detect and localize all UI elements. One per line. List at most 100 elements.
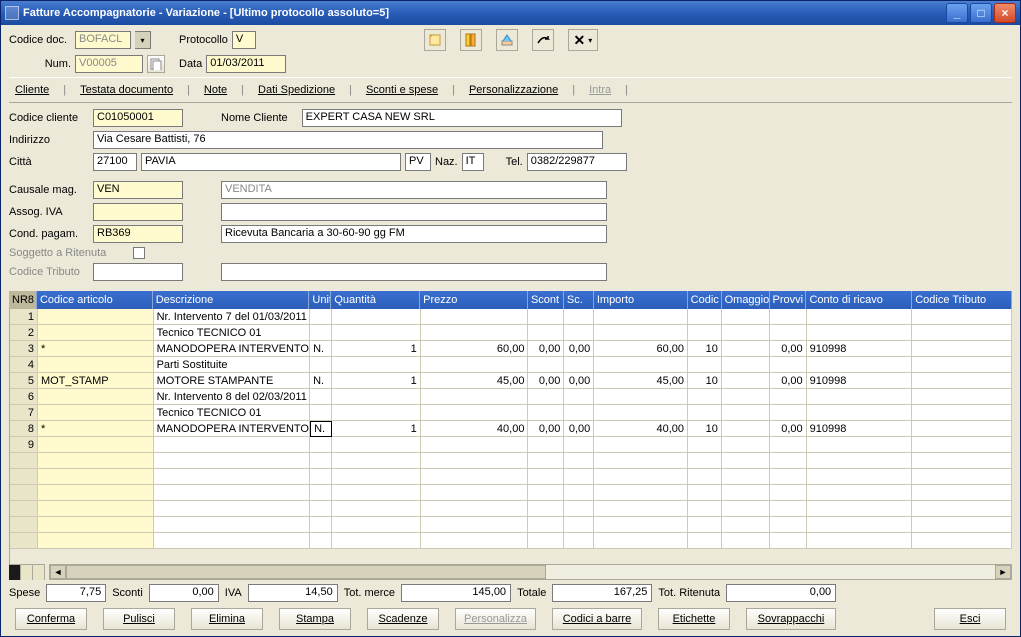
cond-field[interactable]: RB369 [93,225,183,243]
tool-icon-2[interactable] [460,29,482,51]
cell[interactable]: 6 [10,389,38,405]
table-row[interactable]: 9 [10,437,1012,453]
cell[interactable] [38,357,154,373]
cell[interactable] [528,517,564,533]
maximize-button[interactable]: □ [970,3,992,23]
cell[interactable] [154,469,311,485]
cell[interactable]: 0,00 [564,373,594,389]
cell[interactable] [594,485,688,501]
protocollo-field[interactable]: V [232,31,256,49]
cell[interactable] [594,309,688,325]
cell[interactable]: 1 [332,421,421,437]
table-row[interactable]: 2Tecnico TECNICO 01 [10,325,1012,341]
cell[interactable] [770,325,807,341]
cell[interactable] [770,309,807,325]
grid-body[interactable]: 1Nr. Intervento 7 del 01/03/20112Tecnico… [9,309,1012,564]
cell[interactable] [688,533,722,549]
cell[interactable]: 10 [688,373,722,389]
prov-field[interactable]: PV [405,153,431,171]
cell[interactable] [564,325,594,341]
cell[interactable]: N. [310,341,332,357]
table-row[interactable] [10,517,1012,533]
cell[interactable] [38,517,154,533]
cell[interactable] [10,453,38,469]
cell[interactable] [912,437,1012,453]
cell[interactable]: 10 [688,421,722,437]
cell[interactable] [912,421,1012,437]
cell[interactable] [564,469,594,485]
cell[interactable]: 40,00 [594,421,688,437]
indirizzo-field[interactable]: Via Cesare Battisti, 76 [93,131,603,149]
cell[interactable] [154,517,311,533]
cell[interactable] [564,437,594,453]
cell[interactable] [688,389,722,405]
col-codice-articolo[interactable]: Codice articolo [37,291,153,309]
table-row[interactable]: 8*MANODOPERA INTERVENTON.140,000,000,004… [10,421,1012,437]
cell[interactable] [421,501,529,517]
cell[interactable] [332,437,421,453]
causale-field[interactable]: VEN [93,181,183,199]
cell[interactable] [770,485,807,501]
cell[interactable]: 0,00 [770,341,807,357]
cell[interactable] [722,453,770,469]
num-field[interactable]: V00005 [75,55,143,73]
cell[interactable] [688,309,722,325]
data-field[interactable]: 01/03/2011 [206,55,286,73]
cell[interactable] [594,357,688,373]
table-row[interactable] [10,453,1012,469]
cell[interactable] [154,453,311,469]
cell[interactable] [564,453,594,469]
cell[interactable] [807,517,913,533]
cell[interactable] [421,309,529,325]
col-unit[interactable]: Unit [309,291,331,309]
cell[interactable] [722,405,770,421]
col-nr[interactable]: NR8 [9,291,37,309]
col-prezzo[interactable]: Prezzo [420,291,528,309]
cell[interactable] [912,485,1012,501]
sovrappacchi-button[interactable]: Sovrappacchi [746,608,836,630]
tool-icon-4[interactable] [532,29,554,51]
cell[interactable] [528,485,564,501]
cell[interactable] [421,437,529,453]
cell[interactable]: MOTORE STAMPANTE [154,373,311,389]
cell[interactable]: 45,00 [421,373,529,389]
cell[interactable] [770,437,807,453]
elimina-button[interactable]: Elimina [191,608,263,630]
cell[interactable] [332,501,421,517]
cell[interactable] [594,389,688,405]
cell[interactable]: N. [310,421,332,437]
cell[interactable] [421,517,529,533]
cell[interactable] [38,533,154,549]
cell[interactable] [594,405,688,421]
cell[interactable] [528,325,564,341]
cell[interactable] [564,309,594,325]
col-sc2[interactable]: Sc. [564,291,594,309]
cell[interactable] [310,501,332,517]
col-quantita[interactable]: Quantità [331,291,420,309]
cell[interactable] [912,405,1012,421]
cell[interactable] [688,485,722,501]
cell[interactable] [770,469,807,485]
table-row[interactable]: 7Tecnico TECNICO 01 [10,405,1012,421]
cell[interactable] [912,453,1012,469]
naz-field[interactable]: IT [462,153,484,171]
cell[interactable] [912,389,1012,405]
cell[interactable] [421,389,529,405]
cell[interactable] [722,437,770,453]
cell[interactable] [421,325,529,341]
cell[interactable] [310,389,332,405]
cell[interactable]: * [38,341,154,357]
cell[interactable] [688,469,722,485]
cell[interactable] [722,421,770,437]
col-provvi[interactable]: Provvi [770,291,807,309]
cell[interactable] [594,325,688,341]
cell[interactable]: 4 [10,357,38,373]
esci-button[interactable]: Esci [934,608,1006,630]
table-row[interactable]: 4Parti Sostituite [10,357,1012,373]
cell[interactable] [912,341,1012,357]
cell[interactable] [912,517,1012,533]
cell[interactable]: 10 [688,341,722,357]
scroll-left-icon[interactable]: ◄ [50,565,66,579]
cell[interactable]: 0,00 [528,373,564,389]
cell[interactable] [154,533,311,549]
